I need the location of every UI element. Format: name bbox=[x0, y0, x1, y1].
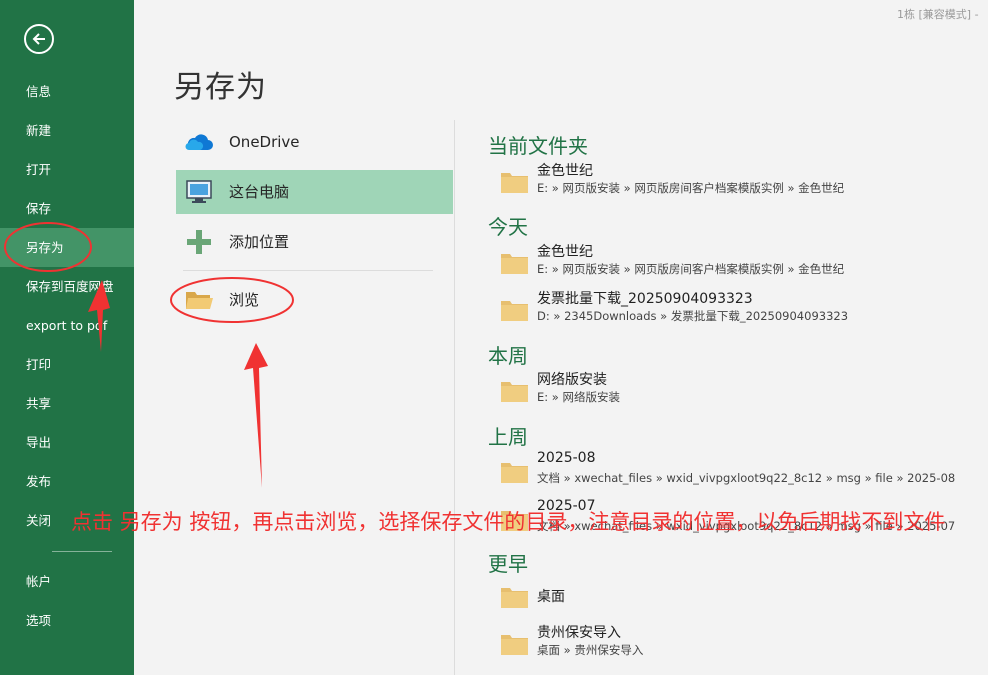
recent-folder-item[interactable]: 金色世纪 E: » 网页版安装 » 网页版房间客户档案模版实例 » 金色世纪 bbox=[500, 241, 980, 285]
group-header-last-week: 上周 bbox=[488, 425, 528, 449]
sidebar-item-save[interactable]: 保存 bbox=[0, 189, 134, 228]
folder-path: 桌面 » 贵州保安导入 bbox=[537, 643, 644, 657]
recent-folder-item[interactable]: 发票批量下载_20250904093323 D: » 2345Downloads… bbox=[500, 288, 980, 332]
folder-name: 网络版安装 bbox=[537, 372, 607, 388]
recent-folder-item[interactable]: 网络版安装 E: » 网络版安装 bbox=[500, 369, 980, 413]
folder-path: E: » 网页版安装 » 网页版房间客户档案模版实例 » 金色世纪 bbox=[537, 262, 845, 276]
recent-folder-item[interactable]: 金色世纪 E: » 网页版安装 » 网页版房间客户档案模版实例 » 金色世纪 bbox=[500, 160, 980, 204]
folder-name: 发票批量下载_20250904093323 bbox=[537, 291, 753, 307]
back-button[interactable] bbox=[24, 24, 54, 54]
onedrive-cloud-icon bbox=[185, 134, 213, 150]
folder-icon bbox=[501, 254, 528, 274]
sidebar-item-export-pdf[interactable]: export to pdf bbox=[0, 306, 134, 345]
folder-icon bbox=[501, 382, 528, 402]
backstage-sidebar: 信息 新建 打开 保存 另存为 保存到百度网盘 export to pdf 打印… bbox=[0, 0, 134, 675]
sidebar-item-open[interactable]: 打开 bbox=[0, 150, 134, 189]
folder-icon bbox=[501, 301, 528, 321]
annotation-text: 点击 另存为 按钮，再点击浏览，选择保存文件的目录，注意目录的位置，以免后期找不… bbox=[71, 510, 946, 534]
sidebar-item-print[interactable]: 打印 bbox=[0, 345, 134, 384]
folder-name: 桌面 bbox=[537, 589, 565, 605]
arrow-to-browse bbox=[244, 343, 268, 488]
folder-path: E: » 网页版安装 » 网页版房间客户档案模版实例 » 金色世纪 bbox=[537, 181, 845, 195]
page-title: 另存为 bbox=[174, 70, 267, 105]
folder-name: 2025-08 bbox=[537, 450, 596, 466]
sidebar-item-save-as[interactable]: 另存为 bbox=[0, 228, 134, 267]
group-header-this-week: 本周 bbox=[488, 344, 528, 368]
folder-icon bbox=[501, 588, 528, 608]
sidebar-item-save-to-baidu[interactable]: 保存到百度网盘 bbox=[0, 267, 134, 306]
sidebar-item-export[interactable]: 导出 bbox=[0, 423, 134, 462]
folder-icon bbox=[501, 173, 528, 193]
folder-icon bbox=[501, 635, 528, 655]
location-this-pc[interactable]: 这台电脑 bbox=[176, 170, 453, 214]
location-onedrive[interactable]: OneDrive bbox=[176, 120, 453, 164]
folder-path: E: » 网络版安装 bbox=[537, 390, 620, 404]
sidebar-item-info[interactable]: 信息 bbox=[0, 72, 134, 111]
location-label: 添加位置 bbox=[229, 233, 290, 251]
folder-path: 文档 » xwechat_files » wxid_vivpgxloot9q22… bbox=[537, 471, 956, 485]
sidebar-item-publish[interactable]: 发布 bbox=[0, 462, 134, 501]
recent-folder-item[interactable]: 2025-08 文档 » xwechat_files » wxid_vivpgx… bbox=[500, 450, 980, 494]
back-arrow-icon bbox=[32, 33, 45, 45]
folder-name: 金色世纪 bbox=[537, 163, 593, 179]
location-label: OneDrive bbox=[229, 133, 300, 151]
folder-path: D: » 2345Downloads » 发票批量下载_202509040933… bbox=[537, 309, 849, 323]
this-pc-icon bbox=[186, 180, 212, 203]
location-browse[interactable]: 浏览 bbox=[176, 278, 453, 322]
group-header-earlier: 更早 bbox=[488, 552, 528, 576]
group-header-current-folder: 当前文件夹 bbox=[488, 134, 588, 158]
folder-icon bbox=[501, 463, 528, 483]
locations-divider bbox=[183, 270, 433, 271]
recent-folder-item[interactable]: 贵州保安导入 桌面 » 贵州保安导入 bbox=[500, 622, 980, 666]
folder-name: 金色世纪 bbox=[537, 244, 593, 260]
location-label: 这台电脑 bbox=[229, 183, 290, 201]
window-title: 1栋 [兼容模式] - bbox=[897, 8, 979, 21]
recent-folder-item[interactable]: 桌面 bbox=[500, 575, 980, 619]
plus-icon bbox=[187, 230, 211, 254]
folder-open-icon bbox=[186, 292, 213, 309]
location-add-place[interactable]: 添加位置 bbox=[176, 220, 453, 264]
sidebar-item-share[interactable]: 共享 bbox=[0, 384, 134, 423]
sidebar-divider bbox=[52, 551, 112, 552]
folder-name: 贵州保安导入 bbox=[537, 625, 621, 641]
panel-divider bbox=[454, 120, 455, 675]
sidebar-item-account[interactable]: 帐户 bbox=[0, 562, 134, 601]
sidebar-item-new[interactable]: 新建 bbox=[0, 111, 134, 150]
sidebar-item-options[interactable]: 选项 bbox=[0, 601, 134, 640]
group-header-today: 今天 bbox=[488, 215, 528, 239]
location-label: 浏览 bbox=[229, 291, 260, 309]
